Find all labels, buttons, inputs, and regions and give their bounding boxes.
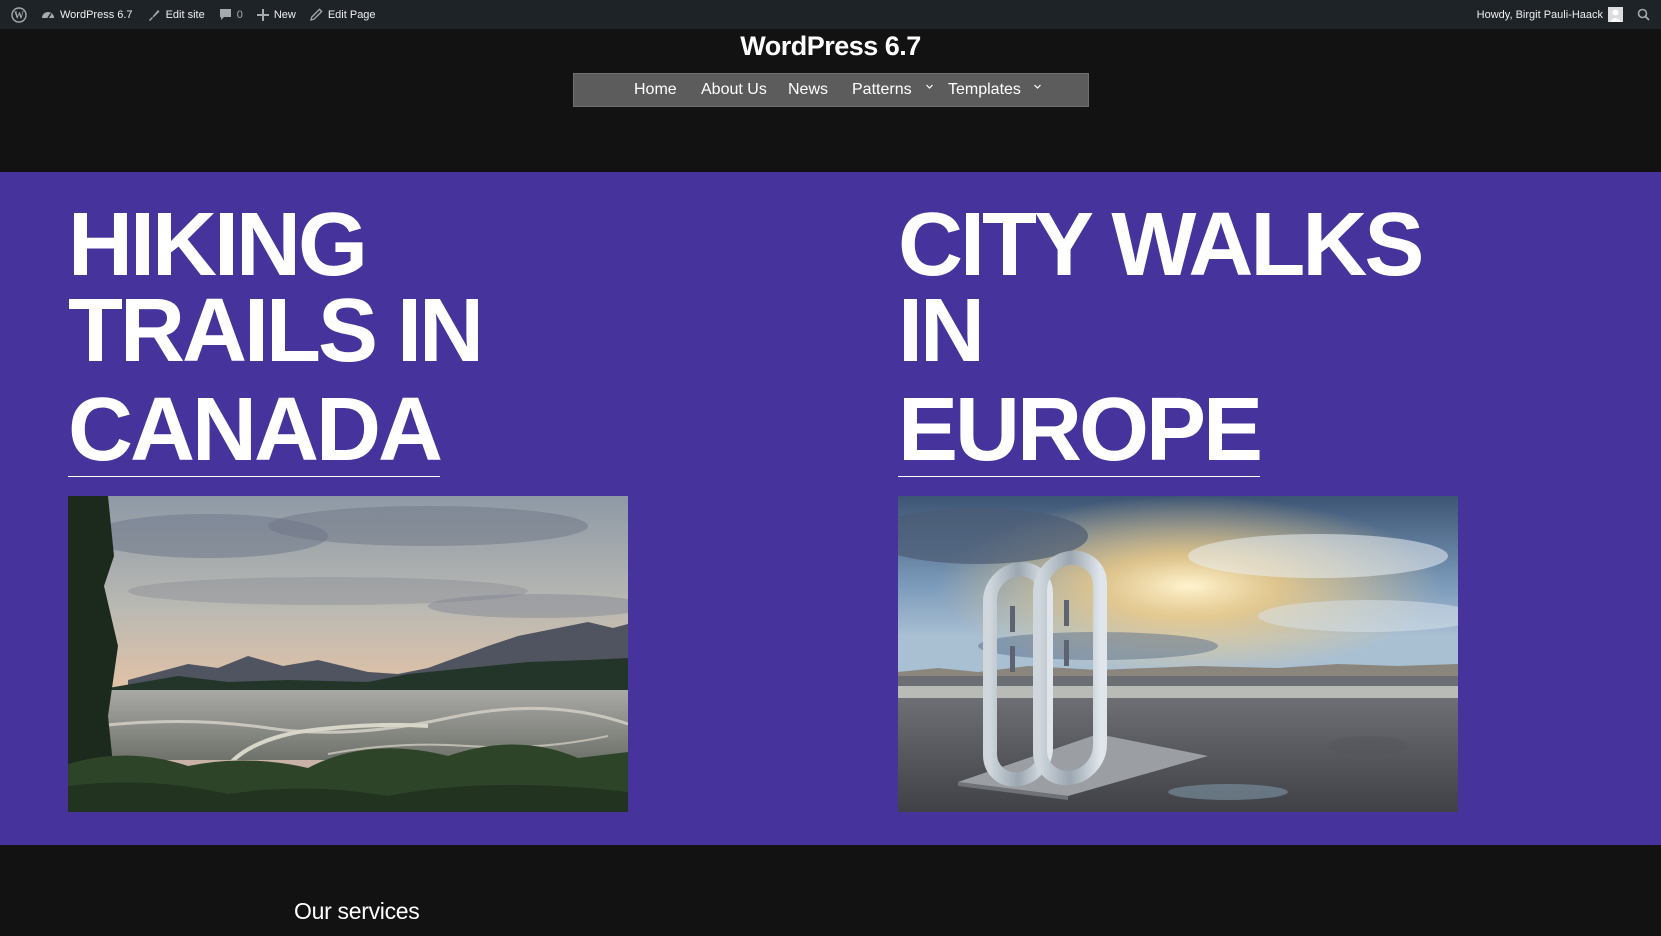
edit-page-button[interactable]: Edit Page xyxy=(303,0,383,29)
greeting-label: Howdy, Birgit Pauli-Haack xyxy=(1476,8,1603,21)
admin-search-button[interactable] xyxy=(1630,0,1657,29)
hero-heading-canada[interactable]: HIKING TRAILS IN CANADA xyxy=(68,195,484,477)
admin-bar: W WordPress 6.7 Edit site 0 New Edit Pag… xyxy=(0,0,1661,29)
brush-icon xyxy=(147,8,161,22)
heading-link-line[interactable]: EUROPE xyxy=(898,385,1263,477)
heading-line: IN xyxy=(898,281,985,381)
heading-line: TRAILS IN xyxy=(68,281,484,381)
search-icon xyxy=(1637,8,1650,21)
hero-heading-europe[interactable]: CITY WALKS IN EUROPE xyxy=(898,195,1424,477)
admin-bar-left: W WordPress 6.7 Edit site 0 New Edit Pag… xyxy=(4,0,383,29)
wordpress-logo-button[interactable]: W xyxy=(4,0,34,29)
new-label: New xyxy=(273,8,296,21)
browser-page: W WordPress 6.7 Edit site 0 New Edit Pag… xyxy=(0,0,1661,936)
heading-line: HIKING xyxy=(68,195,368,295)
nav-item-templates[interactable]: Templates xyxy=(948,81,1021,99)
services-heading: Our services xyxy=(294,898,420,924)
heading-link-line[interactable]: CANADA xyxy=(68,385,443,477)
site-name-menu[interactable]: WordPress 6.7 xyxy=(34,0,140,29)
site-title[interactable]: WordPress 6.7 xyxy=(0,29,1661,63)
admin-bar-right: Howdy, Birgit Pauli-Haack xyxy=(1470,0,1657,29)
nav-item-news[interactable]: News xyxy=(788,81,828,99)
comments-button[interactable]: 0 xyxy=(212,0,250,29)
nav-item-about-us[interactable]: About Us xyxy=(701,81,767,99)
pencil-icon xyxy=(309,8,323,21)
services-section: Our services xyxy=(0,845,1661,936)
nav-item-patterns[interactable]: Patterns xyxy=(852,81,912,99)
comments-count: 0 xyxy=(236,8,243,21)
wordpress-logo-icon: W xyxy=(11,6,27,23)
plus-icon xyxy=(256,8,269,21)
svg-text:W: W xyxy=(14,10,24,21)
comment-bubble-icon xyxy=(219,8,232,21)
heading-line: CITY WALKS xyxy=(898,195,1424,295)
site-name-label: WordPress 6.7 xyxy=(60,8,133,21)
patterns-submenu-chevron-down-icon[interactable] xyxy=(925,82,934,94)
nav-item-home[interactable]: Home xyxy=(634,81,677,99)
my-account-menu[interactable]: Howdy, Birgit Pauli-Haack xyxy=(1470,0,1630,29)
site-header: WordPress 6.7 Home About Us News Pattern… xyxy=(0,29,1661,172)
templates-submenu-chevron-down-icon[interactable] xyxy=(1033,82,1042,94)
edit-page-label: Edit Page xyxy=(327,8,376,21)
hero-section: HIKING TRAILS IN CANADA CITY WALKS IN EU… xyxy=(0,172,1661,845)
edit-site-button[interactable]: Edit site xyxy=(140,0,212,29)
dashboard-icon xyxy=(41,8,55,22)
europe-sculpture-image[interactable] xyxy=(898,496,1458,812)
canada-landscape-image[interactable] xyxy=(68,496,628,812)
new-content-button[interactable]: New xyxy=(250,0,303,29)
main-navigation: Home About Us News Patterns Templates xyxy=(573,73,1089,107)
avatar xyxy=(1608,7,1623,22)
edit-site-label: Edit site xyxy=(165,8,205,21)
